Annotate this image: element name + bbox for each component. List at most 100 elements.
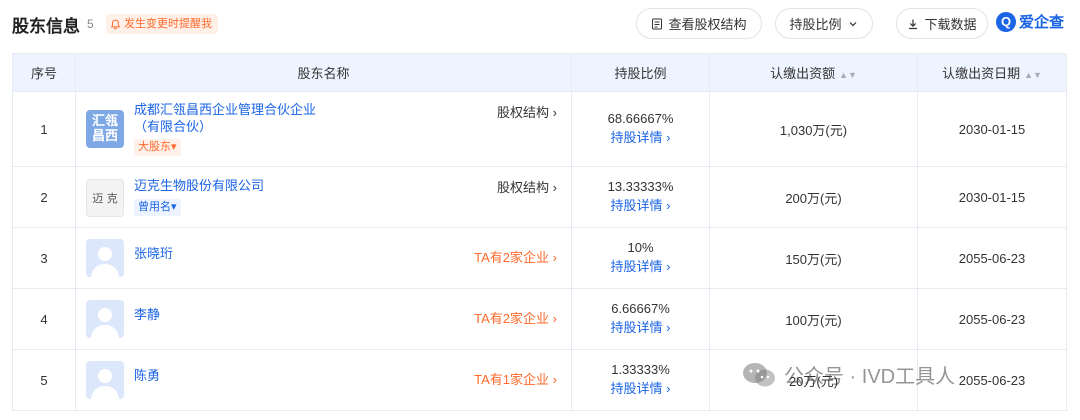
ratio-cell: 13.33333% 持股详情 › — [571, 166, 710, 228]
change-alert-label: 发生变更时提醒我 — [124, 18, 212, 30]
person-icon — [91, 308, 119, 338]
col-index: 序号 — [12, 53, 76, 92]
aiqicha-logo-icon: Q — [996, 11, 1016, 32]
sort-icon: ▲▼ — [839, 70, 857, 80]
subscribed-date: 2030-01-15 — [917, 166, 1067, 228]
sort-icon: ▲▼ — [1024, 70, 1042, 80]
col-shareholder-name: 股东名称 — [75, 53, 572, 92]
shareholder-name-link[interactable]: 张晓珩 — [134, 245, 334, 262]
holding-detail-link[interactable]: 持股详情 › — [572, 128, 709, 148]
equity-structure-link[interactable]: 股权结构 › — [497, 177, 557, 196]
chevron-right-icon: › — [552, 105, 557, 120]
shareholder-name-link[interactable]: 成都汇瓴昌西企业管理合伙企业（有限合伙） — [134, 101, 334, 135]
chevron-right-icon: › — [552, 372, 557, 387]
link-label: 股权结构 — [497, 180, 550, 195]
tag-label: 大股东 — [138, 141, 171, 153]
chevron-right-icon: › — [666, 381, 671, 396]
holding-detail-link[interactable]: 持股详情 › — [572, 196, 709, 216]
subscribed-date: 2055-06-23 — [917, 227, 1067, 289]
brand-name: 爱企查 — [1019, 14, 1065, 31]
table-row: 3 张晓珩 TA有2家企业 › 10% 持股详情 › 150万(元) 2055-… — [12, 227, 1067, 289]
col-holding-ratio: 持股比例 — [571, 53, 710, 92]
row-index: 3 — [12, 227, 76, 289]
equity-structure-link[interactable]: 股权结构 › — [497, 102, 557, 121]
detail-label: 持股详情 — [610, 259, 663, 274]
chevron-right-icon: › — [552, 180, 557, 195]
detail-label: 持股详情 — [610, 381, 663, 396]
shareholder-cell: 迈 克 迈克生物股份有限公司 曾用名▾ 股权结构 › — [75, 166, 572, 228]
related-companies-link[interactable]: TA有1家企业 › — [474, 369, 557, 388]
wechat-watermark: 公众号 · IVD工具人 — [742, 360, 955, 389]
shareholder-name-link[interactable]: 陈勇 — [134, 367, 334, 384]
caret-down-icon: ▾ — [171, 141, 177, 153]
company-logo: 汇瓴昌西 — [86, 110, 124, 148]
person-avatar — [86, 361, 124, 399]
ratio-cell: 68.66667% 持股详情 › — [571, 91, 710, 167]
chevron-right-icon: › — [666, 320, 671, 335]
shareholder-name-link[interactable]: 李静 — [134, 306, 334, 323]
subscribed-amount: 1,030万(元) — [709, 91, 918, 167]
chevron-right-icon: › — [666, 198, 671, 213]
shareholder-cell: 张晓珩 TA有2家企业 › — [75, 227, 572, 289]
section-title: 股东信息 — [12, 17, 80, 36]
holding-ratio: 6.66667% — [611, 301, 670, 316]
shareholder-name-link[interactable]: 迈克生物股份有限公司 — [134, 177, 334, 194]
row-index: 2 — [12, 166, 76, 228]
company-logo: 迈 克 — [86, 179, 124, 217]
download-icon — [909, 19, 918, 29]
major-shareholder-tag[interactable]: 大股东▾ — [134, 139, 181, 156]
tag-label: 曾用名 — [138, 201, 171, 213]
table-row: 1 汇瓴昌西 成都汇瓴昌西企业管理合伙企业（有限合伙） 大股东▾ 股权结构 › … — [12, 91, 1067, 167]
ratio-cell: 10% 持股详情 › — [571, 227, 710, 289]
view-equity-structure-label: 查看股权结构 — [668, 17, 747, 32]
ratio-cell: 1.33333% 持股详情 › — [571, 349, 710, 411]
related-companies-link[interactable]: TA有2家企业 › — [474, 308, 557, 327]
chevron-right-icon: › — [552, 311, 557, 326]
subscribed-date: 2055-06-23 — [917, 288, 1067, 350]
table-row: 2 迈 克 迈克生物股份有限公司 曾用名▾ 股权结构 › 13.33333% 持… — [12, 166, 1067, 228]
structure-icon — [652, 18, 663, 29]
person-icon — [91, 369, 119, 399]
download-data-label: 下载数据 — [924, 17, 977, 32]
table-header-row: 序号 股东名称 持股比例 认缴出资额 ▲▼ 认缴出资日期 ▲▼ — [12, 53, 1067, 92]
link-label: TA有2家企业 — [474, 311, 550, 326]
col-subscribed-date[interactable]: 认缴出资日期 ▲▼ — [917, 53, 1067, 92]
detail-label: 持股详情 — [610, 198, 663, 213]
row-index: 4 — [12, 288, 76, 350]
subscribed-amount: 100万(元) — [709, 288, 918, 350]
shareholder-cell: 陈勇 TA有1家企业 › — [75, 349, 572, 411]
link-label: TA有2家企业 — [474, 250, 550, 265]
download-data-button[interactable]: 下载数据 — [896, 8, 988, 39]
shareholder-table: 序号 股东名称 持股比例 认缴出资额 ▲▼ 认缴出资日期 ▲▼ 1 汇瓴昌西 成都汇… — [12, 53, 1067, 411]
row-index: 1 — [12, 91, 76, 167]
bell-icon — [110, 19, 121, 29]
detail-label: 持股详情 — [610, 130, 663, 145]
col-subscribed-amount-label: 认缴出资额 — [770, 66, 836, 81]
watermark-text: 公众号 · IVD工具人 — [784, 366, 956, 388]
holding-ratio-label: 持股比例 — [789, 17, 842, 32]
former-name-tag[interactable]: 曾用名▾ — [134, 199, 181, 216]
col-subscribed-date-label: 认缴出资日期 — [942, 66, 1021, 81]
change-alert-button[interactable]: 发生变更时提醒我 — [106, 14, 218, 34]
view-equity-structure-button[interactable]: 查看股权结构 — [636, 8, 762, 39]
holding-ratio-dropdown[interactable]: 持股比例 — [775, 8, 873, 39]
holding-detail-link[interactable]: 持股详情 › — [572, 379, 709, 399]
holding-detail-link[interactable]: 持股详情 › — [572, 257, 709, 277]
related-companies-link[interactable]: TA有2家企业 › — [474, 247, 557, 266]
table-row: 4 李静 TA有2家企业 › 6.66667% 持股详情 › 100万(元) 2… — [12, 288, 1067, 350]
chevron-right-icon: › — [552, 250, 557, 265]
shareholder-count: 5 — [87, 17, 94, 31]
caret-down-icon: ▾ — [171, 201, 177, 213]
subscribed-amount: 200万(元) — [709, 166, 918, 228]
holding-detail-link[interactable]: 持股详情 › — [572, 318, 709, 338]
ratio-cell: 6.66667% 持股详情 › — [571, 288, 710, 350]
col-subscribed-amount[interactable]: 认缴出资额 ▲▼ — [709, 53, 918, 92]
wechat-icon — [743, 362, 775, 386]
subscribed-amount: 150万(元) — [709, 227, 918, 289]
section-header: 股东信息 5 发生变更时提醒我 查看股权结构 持股比例 下载数据 Q 爱企查 — [0, 0, 1080, 48]
aiqicha-brand: Q 爱企查 — [996, 11, 1064, 32]
chevron-right-icon: › — [666, 259, 671, 274]
link-label: 股权结构 — [497, 105, 550, 120]
holding-ratio: 1.33333% — [611, 362, 670, 377]
shareholder-cell: 李静 TA有2家企业 › — [75, 288, 572, 350]
